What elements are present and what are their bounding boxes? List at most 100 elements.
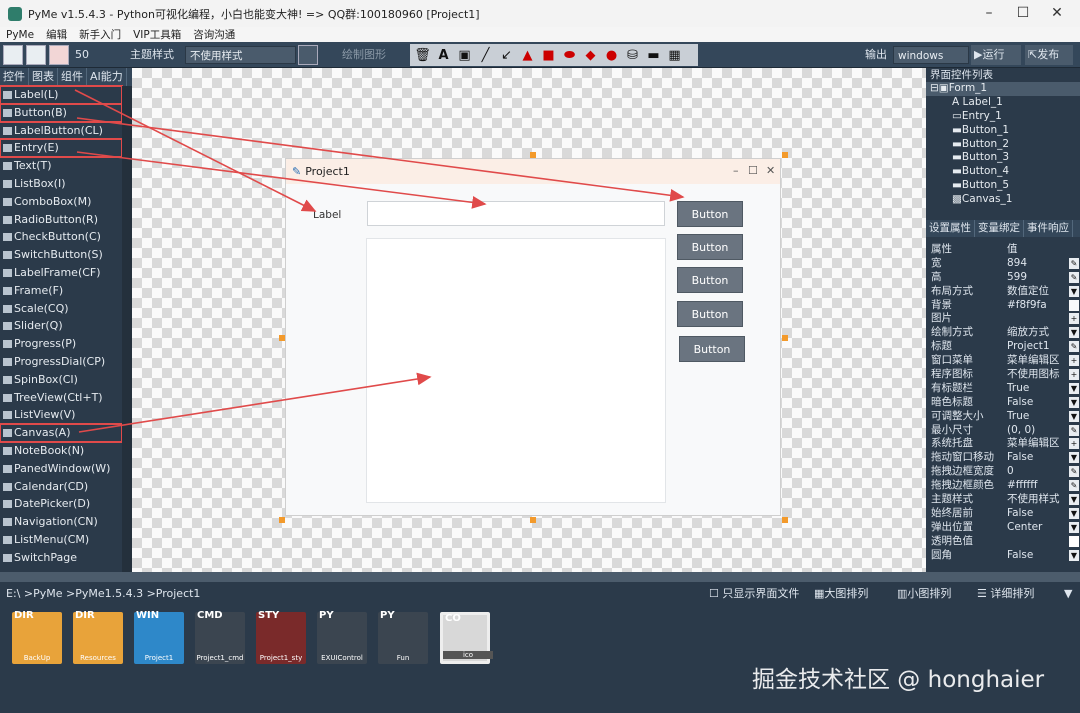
widget-combobox[interactable]: ComboBox(M) <box>0 193 122 211</box>
widget-canvas[interactable]: Canvas(A) <box>0 423 123 443</box>
property-row[interactable]: 背景 #f8f9fa <box>926 299 1080 313</box>
dropdown-icon[interactable]: ▼ <box>1069 494 1079 506</box>
dropdown-icon[interactable]: ▼ <box>1069 410 1079 422</box>
dropdown-icon[interactable]: ▼ <box>1069 327 1079 339</box>
form-entry[interactable] <box>367 201 665 226</box>
form-canvas[interactable] <box>366 238 666 503</box>
property-value[interactable]: 0 <box>1007 465 1014 479</box>
tree-item[interactable]: ▬Button_3 <box>926 151 1080 165</box>
horizontal-splitter[interactable] <box>0 572 1080 582</box>
menu-edit[interactable]: 编辑 <box>40 27 73 42</box>
property-value[interactable]: True <box>1007 410 1029 424</box>
text-icon[interactable]: A <box>434 46 453 64</box>
tab-events[interactable]: 事件响应 <box>1024 220 1073 237</box>
dropdown-icon[interactable]: ▼ <box>1069 382 1079 394</box>
small-view-button[interactable]: ▥小图排列 <box>897 585 951 601</box>
add-icon[interactable]: + <box>1069 369 1079 381</box>
tab-ai[interactable]: AI能力 <box>87 68 127 86</box>
resize-handle[interactable] <box>782 152 788 158</box>
tree-item[interactable]: ▭Entry_1 <box>926 110 1080 124</box>
widget-labelframe[interactable]: LabelFrame(CF) <box>0 264 122 282</box>
tab-charts[interactable]: 图表 <box>29 68 58 86</box>
widget-panedwindow[interactable]: PanedWindow(W) <box>0 460 122 478</box>
publish-button[interactable]: ⇱发布 <box>1025 45 1073 65</box>
property-value[interactable]: 数值定位 <box>1007 285 1049 299</box>
trash-icon[interactable]: 🗑 <box>413 46 432 64</box>
tab-controls[interactable]: 控件 <box>0 68 29 86</box>
tree-item[interactable]: ▬Button_5 <box>926 179 1080 193</box>
add-icon[interactable]: + <box>1069 438 1079 450</box>
widget-progressdial[interactable]: ProgressDial(CP) <box>0 353 122 371</box>
line-icon[interactable]: ╱ <box>476 46 495 64</box>
widget-spinbox[interactable]: SpinBox(CI) <box>0 371 122 389</box>
edit-icon[interactable]: ✎ <box>1069 480 1079 492</box>
property-value[interactable]: #f8f9fa <box>1007 299 1047 313</box>
ellipse-icon[interactable]: ⬬ <box>560 46 579 64</box>
dropdown-icon[interactable]: ▼ <box>1069 507 1079 519</box>
property-value[interactable]: Center <box>1007 521 1042 535</box>
widget-notebook[interactable]: NoteBook(N) <box>0 442 122 460</box>
form-button-1[interactable]: Button <box>677 201 743 227</box>
picture-icon[interactable]: ▣ <box>455 46 474 64</box>
property-row[interactable]: 透明色值 <box>926 535 1080 549</box>
property-row[interactable]: 圆角 False ▼ <box>926 549 1080 563</box>
arrow-line-icon[interactable]: ↙ <box>497 46 516 64</box>
resize-handle[interactable] <box>782 517 788 523</box>
widget-treeview[interactable]: TreeView(Ctl+T) <box>0 389 122 407</box>
form-button-3[interactable]: Button <box>677 267 743 293</box>
property-value[interactable]: 不使用样式 <box>1007 493 1060 507</box>
widget-listbox[interactable]: ListBox(I) <box>0 175 122 193</box>
only-ui-checkbox[interactable]: ☐ 只显示界面文件 <box>709 585 799 601</box>
widget-listview[interactable]: ListView(V) <box>0 406 122 424</box>
property-value[interactable]: 599 <box>1007 271 1027 285</box>
add-icon[interactable]: + <box>1069 313 1079 325</box>
widget-slider[interactable]: Slider(Q) <box>0 317 122 335</box>
widget-labelbutton[interactable]: LabelButton(CL) <box>0 122 122 140</box>
property-value[interactable]: 894 <box>1007 257 1027 271</box>
edit-icon[interactable]: ✎ <box>1069 257 1079 269</box>
widget-text[interactable]: Text(T) <box>0 157 122 175</box>
file-item[interactable]: DIR BackUp <box>12 610 62 670</box>
property-value[interactable]: False <box>1007 507 1033 521</box>
property-value[interactable]: Project1 <box>1007 340 1050 354</box>
widget-switchpage[interactable]: SwitchPage <box>0 549 122 567</box>
property-value[interactable]: 菜单编辑区 <box>1007 437 1060 451</box>
property-row[interactable]: 有标题栏 True ▼ <box>926 382 1080 396</box>
form-button-2[interactable]: Button <box>677 234 743 260</box>
widget-button[interactable]: Button(B) <box>0 102 123 123</box>
form-label[interactable]: Label <box>313 209 341 221</box>
dropdown-icon[interactable]: ▼ <box>1069 452 1079 464</box>
property-row[interactable]: 拖拽边框宽度 0 ✎ <box>926 465 1080 479</box>
record-icon[interactable] <box>49 45 69 65</box>
menu-vip[interactable]: VIP工具箱 <box>127 27 187 42</box>
property-value[interactable]: (0, 0) <box>1007 424 1035 438</box>
grid-size[interactable]: 50 <box>75 45 89 65</box>
image-icon[interactable] <box>26 45 46 65</box>
form-maximize-icon[interactable]: ☐ <box>748 164 758 177</box>
widget-switchbutton[interactable]: SwitchButton(S) <box>0 246 122 264</box>
property-row[interactable]: 始终居前 False ▼ <box>926 507 1080 521</box>
property-row[interactable]: 高 599 ✎ <box>926 271 1080 285</box>
form-close-icon[interactable]: ✕ <box>766 164 775 177</box>
property-value[interactable]: 不使用图标 <box>1007 368 1060 382</box>
path-dropdown-icon[interactable]: ▼ <box>1064 587 1072 600</box>
property-value[interactable]: False <box>1007 451 1033 465</box>
property-value[interactable]: False <box>1007 396 1033 410</box>
edit-icon[interactable]: ✎ <box>1069 466 1079 478</box>
resize-handle[interactable] <box>530 517 536 523</box>
resize-handle[interactable] <box>279 517 285 523</box>
property-row[interactable]: 布局方式 数值定位 ▼ <box>926 285 1080 299</box>
close-icon[interactable]: ✕ <box>1034 0 1080 27</box>
widget-calendar[interactable]: Calendar(CD) <box>0 478 122 496</box>
widget-datepicker[interactable]: DatePicker(D) <box>0 495 122 513</box>
property-row[interactable]: 弹出位置 Center ▼ <box>926 521 1080 535</box>
tree-item[interactable]: A Label_1 <box>926 96 1080 110</box>
widget-label[interactable]: Label(L) <box>0 85 123 105</box>
large-view-button[interactable]: ▦大图排列 <box>814 585 868 601</box>
dropdown-icon[interactable]: ▼ <box>1069 549 1079 561</box>
widget-navigation[interactable]: Navigation(CN) <box>0 513 122 531</box>
property-row[interactable]: 窗口菜单 菜单编辑区 + <box>926 354 1080 368</box>
tab-components[interactable]: 组件 <box>58 68 87 86</box>
property-row[interactable]: 宽 894 ✎ <box>926 257 1080 271</box>
tree-item[interactable]: ▬Button_1 <box>926 124 1080 138</box>
